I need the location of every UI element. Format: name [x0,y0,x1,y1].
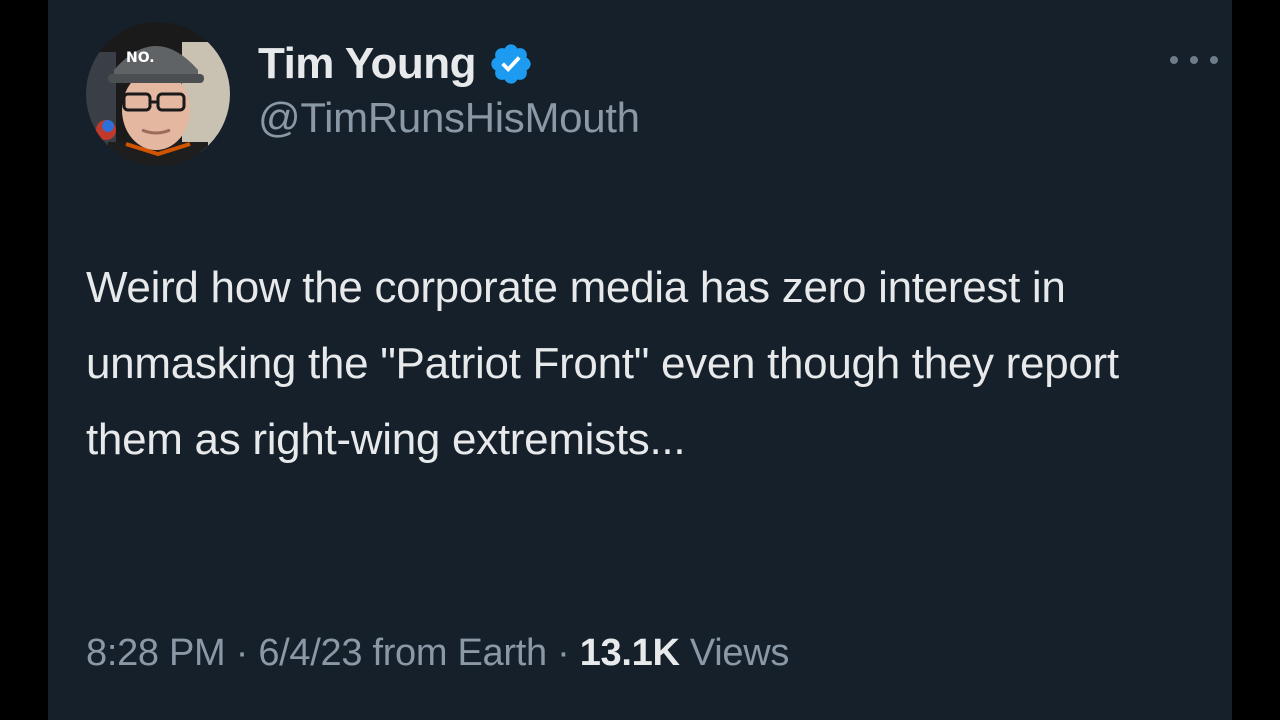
meta-separator: · [557,632,570,674]
tweet-card: NO. Tim Young @TimRunsHisMouth Weird how… [48,0,1232,720]
meta-separator: · [235,632,249,674]
tweet-meta: 8:28 PM · 6/4/23 from Earth · 13.1K View… [86,632,789,675]
avatar[interactable]: NO. [86,22,230,166]
author-name-row: Tim Young [258,34,640,94]
avatar-hat-text: NO. [126,50,155,66]
more-options-icon[interactable] [1170,48,1218,72]
author-handle[interactable]: @TimRunsHisMouth [258,94,640,142]
author-block: Tim Young @TimRunsHisMouth [258,34,640,142]
more-dot [1170,56,1178,64]
display-name[interactable]: Tim Young [258,39,476,89]
more-dot [1210,56,1218,64]
tweet-source: from Earth [372,632,547,674]
more-dot [1190,56,1198,64]
tweet-time[interactable]: 8:28 PM [86,632,226,674]
tweet-date[interactable]: 6/4/23 [258,632,362,674]
views-count[interactable]: 13.1K [580,632,680,674]
avatar-image: NO. [86,22,230,166]
views-label: Views [689,632,790,674]
verified-badge-icon[interactable] [488,41,534,87]
tweet-text: Weird how the corporate media has zero i… [86,263,1119,464]
